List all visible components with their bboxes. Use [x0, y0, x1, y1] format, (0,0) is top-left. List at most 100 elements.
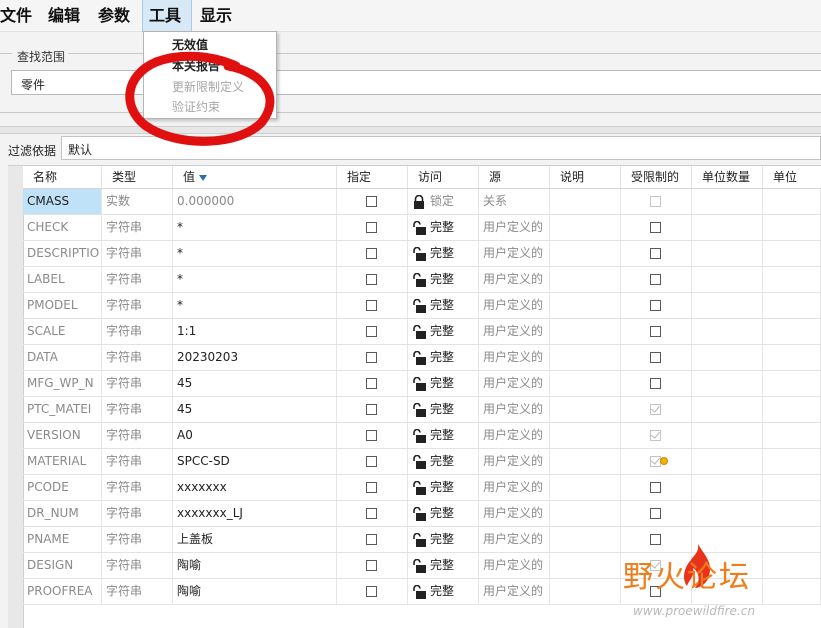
cell-value[interactable]: SPCC-SD [173, 449, 337, 474]
restricted-checkbox[interactable] [650, 352, 661, 363]
cell-restricted[interactable] [621, 371, 692, 396]
cell-assigned[interactable] [337, 475, 408, 500]
cell-assigned[interactable] [337, 527, 408, 552]
cell-access[interactable]: 完整 [408, 319, 479, 344]
cell-description[interactable] [550, 527, 621, 552]
cell-unit-quantity[interactable] [692, 475, 763, 500]
cell-name[interactable]: DR_NUM [23, 501, 102, 526]
cell-type[interactable]: 字符串 [102, 397, 173, 422]
cell-unit-quantity[interactable] [692, 423, 763, 448]
cell-type[interactable]: 字符串 [102, 553, 173, 578]
table-row[interactable]: PMODEL 字符串 * 完整 用户定义的 [23, 293, 821, 319]
assigned-checkbox[interactable] [366, 482, 377, 493]
cell-name[interactable]: CHECK [23, 215, 102, 240]
cell-name[interactable]: DATA [23, 345, 102, 370]
cell-unit-quantity[interactable] [692, 189, 763, 214]
table-row[interactable]: PTC_MATEI 字符串 45 完整 用户定义的 [23, 397, 821, 423]
cell-assigned[interactable] [337, 345, 408, 370]
assigned-checkbox[interactable] [366, 534, 377, 545]
cell-unit-quantity[interactable] [692, 345, 763, 370]
cell-restricted[interactable] [621, 501, 692, 526]
cell-description[interactable] [550, 553, 621, 578]
cell-source[interactable]: 用户定义的 [479, 553, 550, 578]
cell-assigned[interactable] [337, 293, 408, 318]
cell-description[interactable] [550, 293, 621, 318]
cell-unit[interactable] [763, 501, 821, 526]
cell-source[interactable]: 用户定义的 [479, 423, 550, 448]
cell-description[interactable] [550, 371, 621, 396]
cell-access[interactable]: 完整 [408, 501, 479, 526]
cell-type[interactable]: 字符串 [102, 345, 173, 370]
column-header-assigned[interactable]: 指定 [337, 166, 408, 188]
cell-name[interactable]: VERSION [23, 423, 102, 448]
cell-value[interactable]: * [173, 215, 337, 240]
splitter[interactable] [0, 126, 821, 134]
assigned-checkbox[interactable] [366, 430, 377, 441]
cell-type[interactable]: 字符串 [102, 371, 173, 396]
cell-type[interactable]: 字符串 [102, 241, 173, 266]
cell-value[interactable]: xxxxxxx [173, 475, 337, 500]
cell-description[interactable] [550, 475, 621, 500]
cell-description[interactable] [550, 215, 621, 240]
cell-assigned[interactable] [337, 267, 408, 292]
cell-name[interactable]: PMODEL [23, 293, 102, 318]
cell-type[interactable]: 字符串 [102, 293, 173, 318]
cell-assigned[interactable] [337, 215, 408, 240]
cell-unit-quantity[interactable] [692, 215, 763, 240]
restricted-checkbox[interactable] [650, 403, 661, 415]
assigned-checkbox[interactable] [366, 274, 377, 285]
cell-type[interactable]: 字符串 [102, 475, 173, 500]
restricted-checkbox[interactable] [650, 196, 661, 207]
search-range-field[interactable]: 零件 [11, 70, 821, 95]
cell-restricted[interactable] [621, 215, 692, 240]
cell-unit-quantity[interactable] [692, 371, 763, 396]
cell-unit[interactable] [763, 475, 821, 500]
table-row[interactable]: SCALE 字符串 1:1 完整 用户定义的 [23, 319, 821, 345]
assigned-checkbox[interactable] [366, 586, 377, 597]
cell-description[interactable] [550, 501, 621, 526]
column-header-unit-quantity[interactable]: 单位数量 [692, 166, 763, 188]
cell-assigned[interactable] [337, 579, 408, 604]
cell-type[interactable]: 字符串 [102, 423, 173, 448]
cell-name[interactable]: MFG_WP_N [23, 371, 102, 396]
assigned-checkbox[interactable] [366, 404, 377, 415]
table-row[interactable]: DATA 字符串 20230203 完整 用户定义的 [23, 345, 821, 371]
cell-source[interactable]: 用户定义的 [479, 397, 550, 422]
cell-source[interactable]: 用户定义的 [479, 241, 550, 266]
cell-description[interactable] [550, 267, 621, 292]
column-header-unit[interactable]: 单位 [763, 166, 821, 188]
assigned-checkbox[interactable] [366, 326, 377, 337]
cell-restricted[interactable] [621, 475, 692, 500]
cell-access[interactable]: 完整 [408, 449, 479, 474]
cell-description[interactable] [550, 189, 621, 214]
cell-value[interactable]: 陶喻 [173, 579, 337, 604]
table-row[interactable]: MATERIAL 字符串 SPCC-SD 完整 用户定义的 [23, 449, 821, 475]
cell-unit[interactable] [763, 449, 821, 474]
filter-field[interactable]: 默认 [61, 136, 821, 160]
cell-unit[interactable] [763, 397, 821, 422]
column-header-value[interactable]: 值 [173, 166, 337, 188]
cell-name[interactable]: DESIGN [23, 553, 102, 578]
cell-access[interactable]: 完整 [408, 579, 479, 604]
cell-unit-quantity[interactable] [692, 293, 763, 318]
cell-source[interactable]: 用户定义的 [479, 527, 550, 552]
menu-tools[interactable]: 工具 [142, 0, 192, 32]
restricted-checkbox[interactable] [650, 326, 661, 337]
assigned-checkbox[interactable] [366, 508, 377, 519]
menu-parameters[interactable]: 参数 [98, 0, 134, 31]
cell-value[interactable]: * [173, 241, 337, 266]
cell-unit-quantity[interactable] [692, 501, 763, 526]
cell-access[interactable]: 完整 [408, 371, 479, 396]
cell-unit[interactable] [763, 319, 821, 344]
menu-file[interactable]: 文件 [0, 0, 32, 31]
cell-restricted[interactable] [621, 397, 692, 422]
cell-name[interactable]: DESCRIPTIO [23, 241, 102, 266]
cell-source[interactable]: 用户定义的 [479, 293, 550, 318]
cell-name[interactable]: LABEL [23, 267, 102, 292]
cell-access[interactable]: 完整 [408, 215, 479, 240]
cell-type[interactable]: 字符串 [102, 319, 173, 344]
cell-type[interactable]: 字符串 [102, 267, 173, 292]
cell-assigned[interactable] [337, 189, 408, 214]
column-header-source[interactable]: 源 [479, 166, 550, 188]
cell-unit[interactable] [763, 423, 821, 448]
